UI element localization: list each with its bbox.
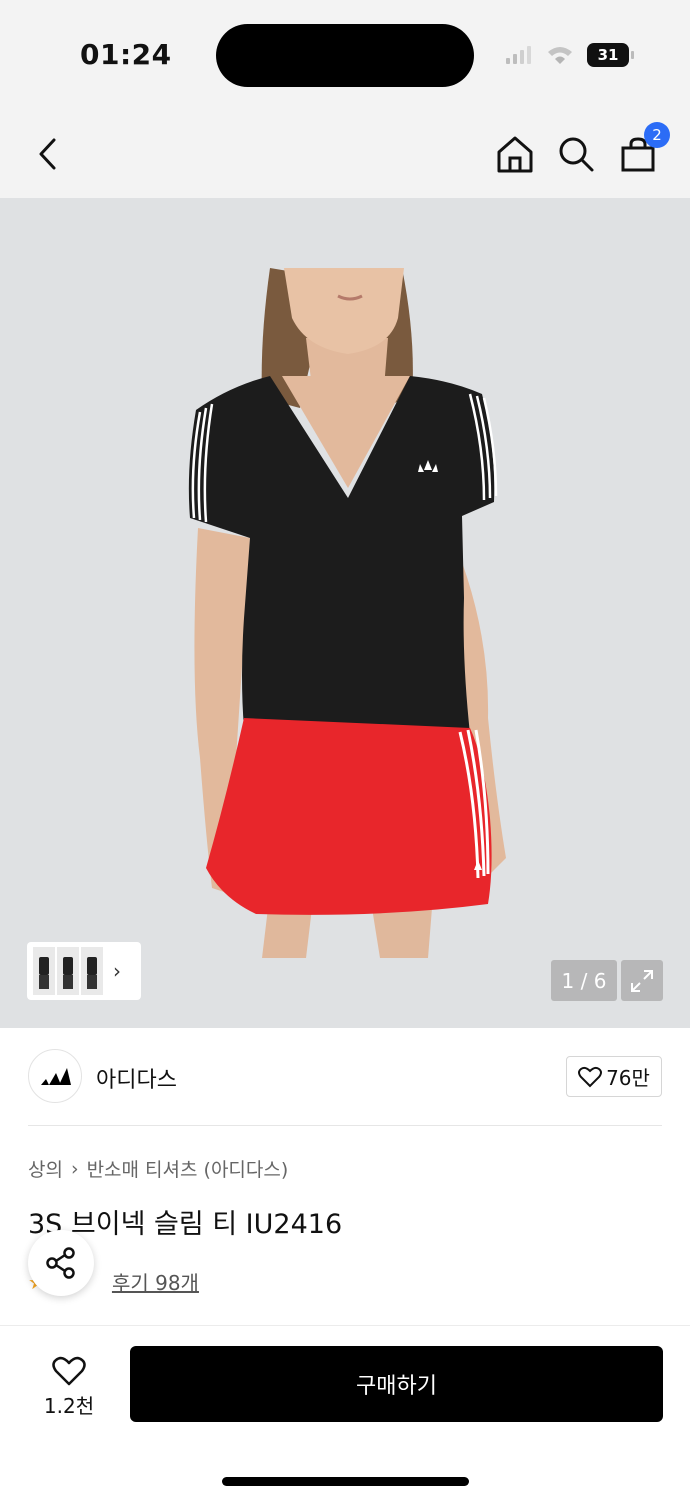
product-image[interactable]: › 1 / 6 (0, 198, 690, 1028)
status-icons: 31 (505, 40, 634, 70)
breadcrumb-item[interactable]: 반소매 티셔츠 (아디다스) (87, 1155, 289, 1182)
search-button[interactable] (550, 128, 602, 180)
share-icon (46, 1247, 75, 1279)
breadcrumb: 상의 › 반소매 티셔츠 (아디다스) (28, 1155, 288, 1182)
brand-like-button[interactable]: 76만 (566, 1056, 662, 1097)
heart-icon (52, 1356, 86, 1385)
breadcrumb-separator-icon: › (70, 1157, 79, 1180)
thumbnail-2[interactable] (57, 947, 79, 995)
cart-badge: 2 (644, 122, 670, 148)
wifi-icon (548, 47, 572, 64)
image-page-indicator: 1 / 6 (551, 960, 617, 1001)
thumbnail-3[interactable] (81, 947, 103, 995)
share-button[interactable] (28, 1230, 94, 1296)
buy-button[interactable]: 구매하기 (130, 1346, 663, 1422)
breadcrumb-item[interactable]: 상의 (28, 1155, 63, 1182)
wishlist-button[interactable]: 1.2천 (28, 1348, 110, 1426)
dynamic-island (216, 24, 474, 87)
back-icon (39, 138, 56, 170)
expand-icon (631, 969, 653, 992)
home-indicator (222, 1477, 469, 1486)
status-bar: 01:24 31 (0, 0, 690, 110)
review-link[interactable]: 후기 98개 (112, 1267, 199, 1296)
heart-icon (578, 1066, 603, 1087)
back-button[interactable] (22, 128, 74, 180)
thumbnail-next-icon[interactable]: › (113, 959, 121, 983)
battery-level: 31 (597, 46, 619, 64)
brand-logo[interactable] (28, 1049, 82, 1103)
wishlist-count: 1.2천 (43, 1393, 95, 1418)
battery-icon: 31 (587, 43, 634, 67)
brand-row[interactable]: 아디다스 76만 (0, 1028, 690, 1126)
brand-name[interactable]: 아디다스 (96, 1062, 177, 1094)
thumbnail-strip[interactable]: › (27, 942, 141, 1000)
brand-like-count: 76만 (606, 1066, 650, 1090)
status-time: 01:24 (80, 38, 172, 71)
thumbnail-1[interactable] (33, 947, 55, 995)
bottom-bar: 1.2천 구매하기 (0, 1325, 690, 1500)
adidas-logo-icon (41, 1068, 71, 1085)
divider (28, 1125, 662, 1126)
expand-button[interactable] (621, 960, 663, 1001)
search-icon (559, 137, 594, 172)
home-button[interactable] (489, 128, 541, 180)
nav-header: 2 (0, 110, 690, 198)
model-photo (188, 268, 506, 958)
cart-button[interactable]: 2 (612, 122, 670, 180)
home-icon (497, 136, 533, 173)
signal-icon (506, 46, 531, 64)
